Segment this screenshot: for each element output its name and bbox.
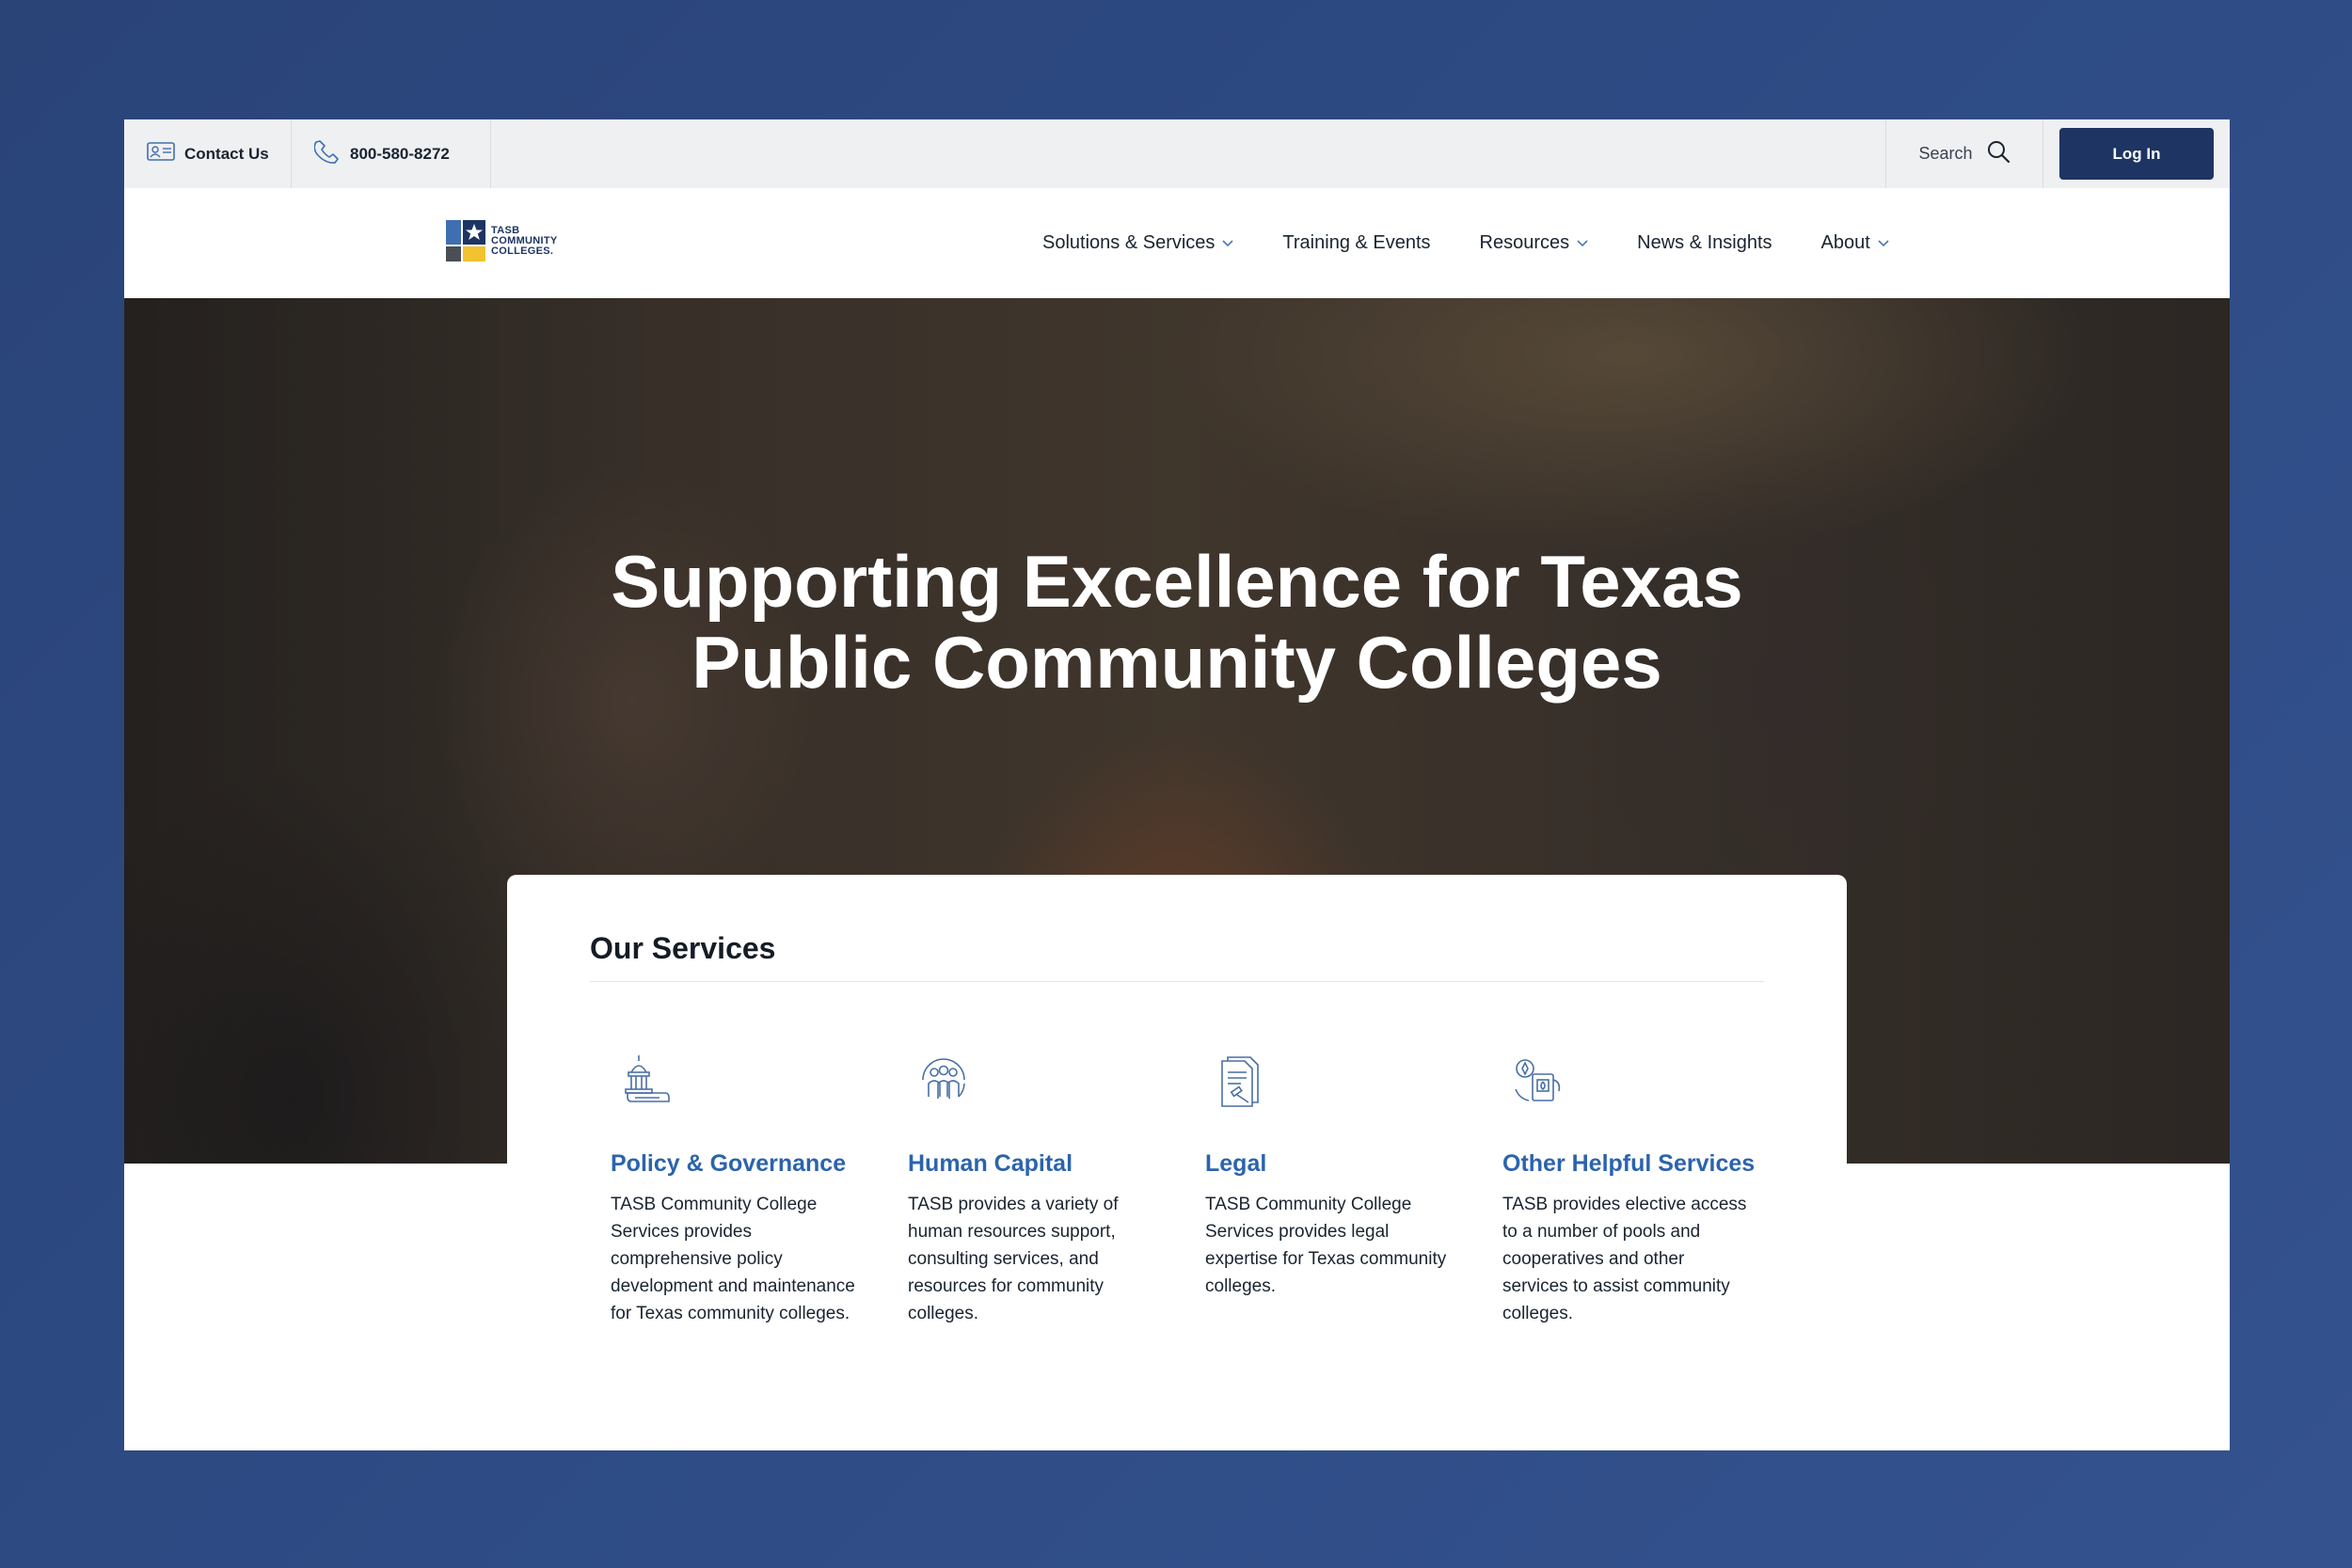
our-services-card: Our Services Policy & Governance TASB Co…	[507, 875, 1847, 1450]
divider	[590, 981, 1764, 982]
service-title[interactable]: Legal	[1205, 1150, 1450, 1178]
capitol-document-icon	[625, 1055, 670, 1102]
service-description: TASB Community College Services provides…	[1205, 1195, 1447, 1296]
log-in-button[interactable]: Log In	[2059, 128, 2214, 180]
contact-us-link[interactable]: Contact Us	[124, 119, 292, 188]
service-title[interactable]: Human Capital	[908, 1150, 1152, 1178]
main-navigation: TASB COMMUNITY COLLEGES. Solutions & Ser…	[124, 188, 2230, 298]
browser-page: Contact Us 800-580-8272 Search Log In TA…	[124, 119, 2230, 1450]
nav-item-training-events[interactable]: Training & Events	[1282, 232, 1430, 254]
helpful-services-icon	[1515, 1059, 1561, 1101]
search-label: Search	[1918, 144, 1973, 163]
service-description: TASB Community College Services provides…	[611, 1195, 855, 1323]
legal-document-icon	[1221, 1056, 1259, 1107]
nav-item-label: News & Insights	[1637, 232, 1772, 253]
logo-wordmark: TASB COMMUNITY COLLEGES.	[491, 224, 558, 257]
service-title[interactable]: Other Helpful Services	[1502, 1150, 1755, 1178]
chevron-down-icon	[1577, 239, 1588, 246]
nav-links: Solutions & Services Training & Events R…	[1042, 188, 1938, 298]
logo-line-1: TASB	[491, 224, 520, 236]
tasb-logo[interactable]: TASB COMMUNITY COLLEGES.	[446, 220, 558, 261]
people-group-icon	[922, 1058, 965, 1099]
phone-icon	[313, 138, 350, 169]
contact-us-label: Contact Us	[184, 144, 269, 163]
services-heading: Our Services	[590, 931, 776, 965]
nav-item-label: About	[1820, 232, 1870, 253]
search-icon	[1986, 139, 2010, 168]
nav-item-news-insights[interactable]: News & Insights	[1637, 232, 1772, 254]
contact-card-icon	[147, 141, 184, 166]
nav-item-about[interactable]: About	[1821, 232, 1889, 254]
search-button[interactable]: Search	[1885, 119, 2043, 188]
chevron-down-icon	[1878, 239, 1889, 246]
chevron-down-icon	[1222, 239, 1233, 246]
service-title[interactable]: Policy & Governance	[611, 1150, 855, 1178]
hero-title-line-2: Public Community Colleges	[691, 621, 1662, 704]
nav-item-label: Solutions & Services	[1042, 232, 1216, 253]
phone-link[interactable]: 800-580-8272	[292, 119, 491, 188]
logo-mark-icon	[446, 220, 485, 261]
logo-line-3: COLLEGES.	[491, 245, 554, 257]
phone-number-label: 800-580-8272	[350, 144, 450, 163]
service-description: TASB provides a variety of human resourc…	[908, 1195, 1119, 1323]
nav-item-label: Training & Events	[1282, 232, 1431, 253]
hero-title: Supporting Excellence for Texas Public C…	[124, 541, 2230, 703]
service-human-capital: Human Capital TASB provides a variety of…	[908, 1052, 1152, 1327]
nav-item-resources[interactable]: Resources	[1480, 232, 1589, 254]
service-other-helpful: Other Helpful Services TASB provides ele…	[1502, 1052, 1755, 1327]
service-legal: Legal TASB Community College Services pr…	[1205, 1052, 1450, 1300]
service-policy-governance: Policy & Governance TASB Community Colle…	[611, 1052, 855, 1327]
service-description: TASB provides elective access to a numbe…	[1502, 1195, 1747, 1323]
nav-item-label: Resources	[1479, 232, 1570, 253]
nav-item-solutions-services[interactable]: Solutions & Services	[1042, 232, 1233, 254]
logo-line-2: COMMUNITY	[491, 234, 558, 246]
hero-title-line-1: Supporting Excellence for Texas	[611, 540, 1743, 623]
utility-bar: Contact Us 800-580-8272 Search Log In	[124, 119, 2230, 189]
